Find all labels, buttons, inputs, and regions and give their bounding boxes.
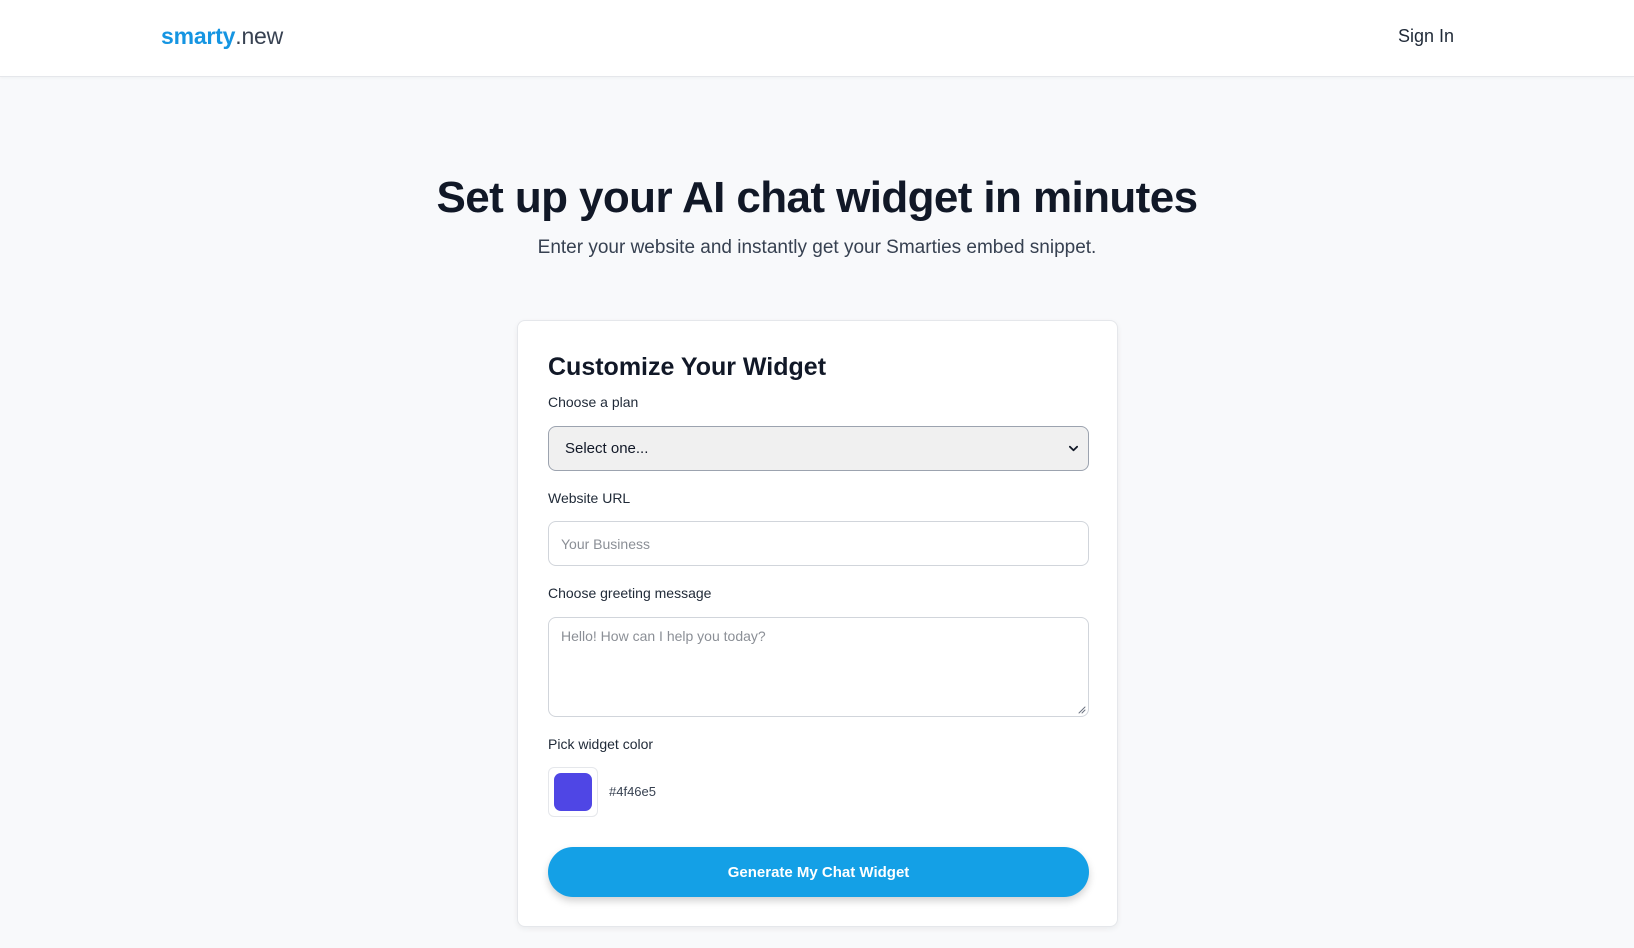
plan-select-value: Select one... <box>565 440 649 457</box>
sign-in-link[interactable]: Sign In <box>1398 24 1454 48</box>
color-hex-value: #4f46e5 <box>609 784 656 799</box>
widget-color-label: Pick widget color <box>548 736 654 752</box>
widget-customization-card: Customize Your Widget Choose a plan Sele… <box>517 320 1118 927</box>
website-url-label: Website URL <box>548 490 631 506</box>
website-url-input[interactable] <box>548 521 1089 566</box>
generate-widget-button[interactable]: Generate My Chat Widget <box>548 847 1089 897</box>
resize-grip-icon[interactable] <box>1078 706 1086 714</box>
chevron-down-icon <box>1069 445 1078 452</box>
color-picker[interactable] <box>548 767 598 817</box>
brand-logo-link[interactable]: smarty.new <box>161 22 283 50</box>
plan-label: Choose a plan <box>548 394 639 410</box>
greeting-message-textarea[interactable] <box>548 617 1089 717</box>
color-swatch <box>554 773 592 811</box>
brand-name-primary: smarty <box>161 23 236 49</box>
card-title: Customize Your Widget <box>548 353 827 381</box>
page-title: Set up your AI chat widget in minutes <box>436 173 1199 222</box>
top-navigation-bar: smarty.new Sign In <box>0 0 1634 77</box>
greeting-label: Choose greeting message <box>548 585 712 601</box>
brand-name-suffix: .new <box>235 23 284 49</box>
page-subtitle: Enter your website and instantly get you… <box>537 237 1097 258</box>
plan-select[interactable]: Select one... <box>548 426 1089 471</box>
